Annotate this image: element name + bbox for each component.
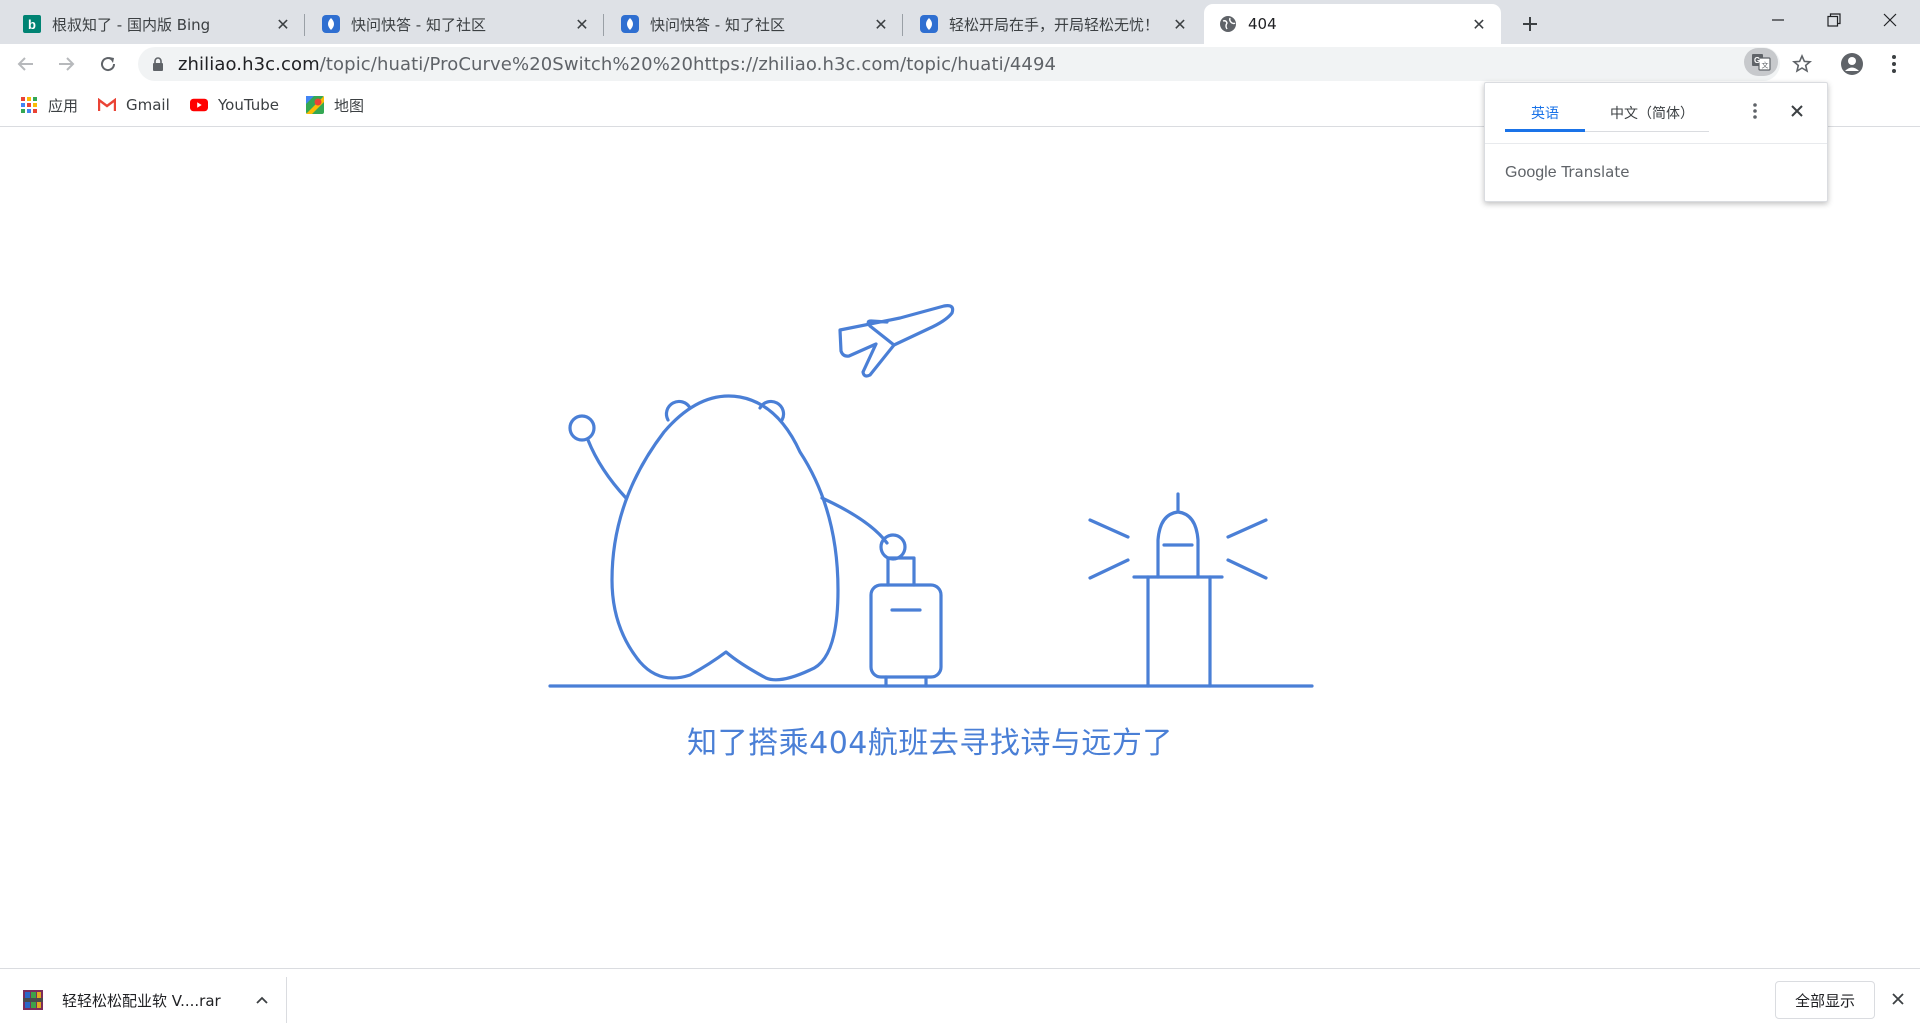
- url-text[interactable]: zhiliao.h3c.com/topic/huati/ProCurve%20S…: [178, 54, 1056, 75]
- more-vert-icon: [1753, 103, 1757, 119]
- lighthouse-icon: [1088, 492, 1268, 688]
- bookmark-gmail[interactable]: Gmail: [98, 94, 170, 116]
- translate-close-button[interactable]: [1785, 99, 1809, 123]
- address-bar[interactable]: zhiliao.h3c.com/topic/huati/ProCurve%20S…: [138, 47, 1780, 81]
- back-button[interactable]: [10, 48, 42, 80]
- download-item[interactable]: 轻轻松松配业软 V....rar: [22, 983, 272, 1017]
- tab-zhiliao-3[interactable]: 轻松开局在手，开局轻松无忧！ ✕: [905, 4, 1202, 44]
- chevron-up-icon[interactable]: [252, 990, 272, 1010]
- lock-icon[interactable]: [150, 56, 166, 72]
- 404-illustration: [548, 304, 1314, 688]
- tab-title: 快问快答 - 知了社区: [650, 15, 785, 34]
- zhiliao-icon: [919, 14, 939, 34]
- reload-button[interactable]: [92, 48, 124, 80]
- download-bar: 轻轻松松配业软 V....rar 全部显示: [0, 968, 1920, 1030]
- gmail-icon: [98, 96, 116, 114]
- arrow-right-icon: [59, 57, 75, 71]
- tab-title: 404: [1248, 15, 1277, 33]
- more-vert-icon: [1892, 55, 1896, 73]
- google-translate-brand: Google Translate: [1505, 163, 1629, 182]
- bing-icon: b: [22, 14, 42, 34]
- zhiliao-icon: [620, 14, 640, 34]
- close-download-bar-button[interactable]: [1886, 987, 1910, 1011]
- close-window-button[interactable]: [1862, 0, 1918, 40]
- translate-popup: 英语 中文（简体） Google Translate: [1484, 82, 1828, 202]
- tab-zhiliao-1[interactable]: 快问快答 - 知了社区 ✕: [307, 4, 604, 44]
- youtube-icon: [190, 96, 208, 114]
- restore-icon: [1827, 13, 1841, 27]
- maps-icon: [306, 96, 324, 114]
- bookmark-star-button[interactable]: [1786, 48, 1818, 80]
- tab-separator: [304, 14, 305, 36]
- bookmark-label: 应用: [48, 96, 79, 115]
- tab-title: 根叔知了 - 国内版 Bing: [52, 15, 211, 34]
- airplane-icon: [838, 304, 955, 378]
- arrow-left-icon: [17, 57, 33, 71]
- tab-title: 轻松开局在手，开局轻松无忧！: [949, 15, 1160, 34]
- bookmark-label: YouTube: [218, 96, 279, 114]
- browser-toolbar: zhiliao.h3c.com/topic/huati/ProCurve%20S…: [0, 44, 1920, 84]
- close-tab-icon[interactable]: ✕: [871, 14, 891, 34]
- url-path: /topic/huati/ProCurve%20Switch%20%20http…: [319, 53, 1057, 75]
- bookmark-maps[interactable]: 地图: [306, 94, 364, 116]
- rar-archive-icon: [22, 989, 44, 1011]
- minimize-button[interactable]: [1750, 0, 1806, 40]
- star-icon: [1792, 54, 1812, 73]
- translate-icon: G文: [1752, 54, 1771, 71]
- plus-icon: [1523, 17, 1537, 31]
- reload-icon: [101, 57, 116, 72]
- new-tab-button[interactable]: [1516, 10, 1544, 38]
- bookmark-youtube[interactable]: YouTube: [190, 94, 279, 116]
- svg-text:b: b: [28, 17, 36, 32]
- close-tab-icon[interactable]: ✕: [572, 14, 592, 34]
- tab-source-language[interactable]: 英语: [1505, 103, 1585, 129]
- tab-404[interactable]: 404 ✕: [1204, 4, 1501, 44]
- close-tab-icon[interactable]: ✕: [1469, 14, 1489, 34]
- bookmark-label: Gmail: [126, 96, 170, 114]
- globe-icon: [1218, 14, 1238, 34]
- profile-button[interactable]: [1836, 48, 1868, 80]
- download-file-name: 轻轻松松配业软 V....rar: [62, 991, 221, 1010]
- google-logo-text: Google: [1505, 164, 1557, 181]
- tab-title: 快问快答 - 知了社区: [351, 15, 486, 34]
- active-tab-indicator: [1505, 129, 1585, 132]
- tab-strip: b 根叔知了 - 国内版 Bing ✕ 快问快答 - 知了社区 ✕ 快问快答 -…: [0, 0, 1920, 44]
- close-icon: [1883, 13, 1897, 27]
- tab-separator: [603, 14, 604, 36]
- apps-grid-icon: [20, 96, 38, 114]
- minimize-icon: [1772, 19, 1784, 21]
- bookmark-label: 地图: [334, 96, 365, 115]
- svg-text:文: 文: [1762, 61, 1769, 70]
- bookmark-apps[interactable]: 应用: [20, 94, 78, 116]
- tab-target-language[interactable]: 中文（简体）: [1595, 103, 1709, 129]
- bear-figure: [568, 394, 907, 682]
- suitcase-icon: [869, 556, 943, 688]
- tab-zhiliao-2[interactable]: 快问快答 - 知了社区 ✕: [606, 4, 903, 44]
- close-icon: [1791, 105, 1803, 117]
- url-host: zhiliao.h3c.com: [178, 53, 320, 75]
- translate-label: Translate: [1561, 163, 1630, 181]
- error-message: 知了搭乘404航班去寻找诗与远方了: [687, 726, 1173, 761]
- popup-divider: [1485, 143, 1827, 144]
- download-separator: [286, 977, 287, 1023]
- close-tab-icon[interactable]: ✕: [1170, 14, 1190, 34]
- svg-text:G: G: [1754, 56, 1760, 65]
- tab-separator: [902, 14, 903, 36]
- forward-button[interactable]: [50, 48, 82, 80]
- translate-page-button[interactable]: G文: [1744, 48, 1778, 76]
- account-icon: [1841, 53, 1863, 75]
- translate-options-button[interactable]: [1743, 99, 1767, 123]
- close-tab-icon[interactable]: ✕: [273, 14, 293, 34]
- browser-menu-button[interactable]: [1878, 48, 1910, 80]
- close-icon: [1892, 993, 1904, 1005]
- show-all-downloads-button[interactable]: 全部显示: [1775, 981, 1875, 1019]
- restore-button[interactable]: [1806, 0, 1862, 40]
- zhiliao-icon: [321, 14, 341, 34]
- tab-bing[interactable]: b 根叔知了 - 国内版 Bing ✕: [8, 4, 305, 44]
